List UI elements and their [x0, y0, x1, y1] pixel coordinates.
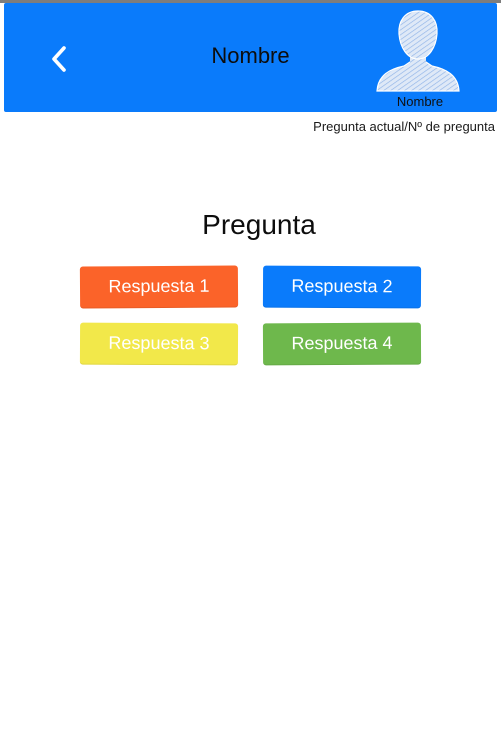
- answer-4-button[interactable]: Respuesta 4: [262, 322, 422, 366]
- question-text: Pregunta: [202, 209, 316, 240]
- answer-1-button[interactable]: Respuesta 1: [79, 265, 239, 309]
- question-progress: Pregunta actual/Nº de pregunta: [313, 119, 495, 134]
- answer-3-button[interactable]: Respuesta 3: [79, 322, 239, 366]
- app-header: Nombre Nombre: [4, 3, 497, 112]
- user-avatar-icon: [376, 10, 460, 92]
- avatar[interactable]: [374, 9, 462, 93]
- answer-2-button[interactable]: Respuesta 2: [262, 265, 422, 309]
- avatar-name-label: Nombre: [396, 94, 444, 109]
